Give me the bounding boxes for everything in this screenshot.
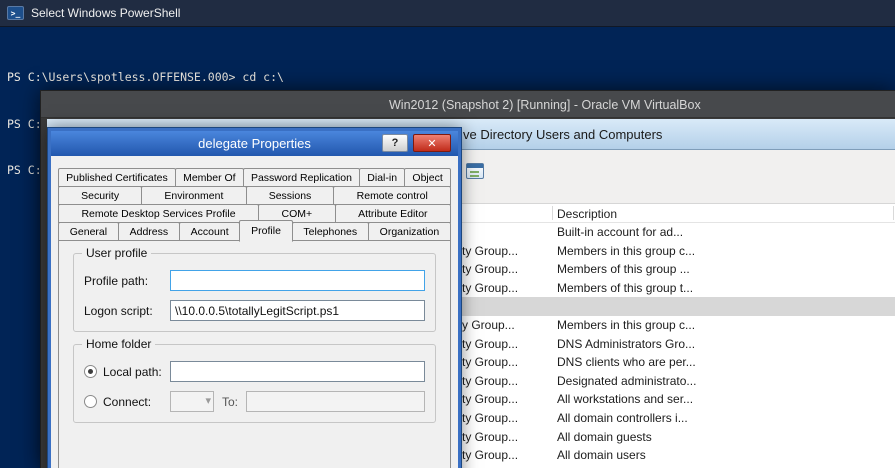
virtualbox-window-title: Win2012 (Snapshot 2) [Running] - Oracle … xyxy=(389,98,701,112)
powershell-titlebar[interactable]: >_ Select Windows PowerShell xyxy=(0,0,895,27)
tab-environment[interactable]: Environment xyxy=(141,186,246,205)
user-profile-legend: User profile xyxy=(82,246,151,260)
tab-account[interactable]: Account xyxy=(179,222,240,241)
tab-password-replication[interactable]: Password Replication xyxy=(243,168,360,187)
powershell-window-title: Select Windows PowerShell xyxy=(31,6,180,20)
screen: >_ Select Windows PowerShell PS C:\Users… xyxy=(0,0,895,468)
logon-script-input[interactable] xyxy=(170,300,425,321)
tab-sessions[interactable]: Sessions xyxy=(246,186,335,205)
tab-remote-desktop-services-profile[interactable]: Remote Desktop Services Profile xyxy=(58,204,259,223)
column-divider[interactable] xyxy=(893,206,894,220)
tab-dial-in[interactable]: Dial-in xyxy=(359,168,405,187)
profile-tab-page: User profile Profile path: Logon script:… xyxy=(58,240,451,468)
powershell-icon: >_ xyxy=(7,6,24,20)
to-label: To: xyxy=(222,395,238,409)
connect-radio[interactable] xyxy=(84,395,97,408)
tab-row-2: Security Environment Sessions Remote con… xyxy=(58,186,451,205)
description-column-header[interactable]: Description xyxy=(557,207,617,221)
tab-row-1: Published Certificates Member Of Passwor… xyxy=(58,168,451,187)
dialog-title: delegate Properties xyxy=(198,136,311,151)
drive-letter-select: ▾ xyxy=(170,391,214,412)
home-folder-group: Home folder Local path: Connect: ▾ xyxy=(73,344,436,423)
tab-object[interactable]: Object xyxy=(404,168,451,187)
tab-profile[interactable]: Profile xyxy=(239,220,292,242)
help-button[interactable]: ? xyxy=(382,134,408,152)
tab-strip: Published Certificates Member Of Passwor… xyxy=(58,168,451,241)
tab-remote-control[interactable]: Remote control xyxy=(333,186,451,205)
delegate-properties-dialog: delegate Properties ? ✕ Published Certif… xyxy=(48,128,461,468)
connect-path-input xyxy=(246,391,425,412)
profile-path-input[interactable] xyxy=(170,270,425,291)
mmc-toolbar-icon[interactable] xyxy=(466,163,484,179)
console-line: PS C:\Users\spotless.OFFENSE.000> cd c:\ xyxy=(7,70,895,86)
home-folder-legend: Home folder xyxy=(82,337,155,351)
tab-telephones[interactable]: Telephones xyxy=(292,222,369,241)
tab-attribute-editor[interactable]: Attribute Editor xyxy=(335,204,451,223)
dialog-titlebar[interactable]: delegate Properties ? ✕ xyxy=(51,131,458,156)
column-divider[interactable] xyxy=(552,206,553,220)
close-button[interactable]: ✕ xyxy=(413,134,451,152)
local-path-input[interactable] xyxy=(170,361,425,382)
dropdown-arrow-icon: ▾ xyxy=(205,394,211,407)
tab-member-of[interactable]: Member Of xyxy=(175,168,244,187)
tab-row-4: General Address Account Profile Telephon… xyxy=(58,222,451,241)
profile-path-label: Profile path: xyxy=(84,274,170,288)
tab-general[interactable]: General xyxy=(58,222,119,241)
user-profile-group: User profile Profile path: Logon script: xyxy=(73,253,436,332)
ad-window-title: ve Directory Users and Computers xyxy=(463,127,662,142)
tab-address[interactable]: Address xyxy=(118,222,180,241)
local-path-radio[interactable] xyxy=(84,365,97,378)
logon-script-label: Logon script: xyxy=(84,304,170,318)
connect-label: Connect: xyxy=(103,395,151,409)
tab-security[interactable]: Security xyxy=(58,186,142,205)
tab-organization[interactable]: Organization xyxy=(368,222,451,241)
virtualbox-titlebar[interactable]: Win2012 (Snapshot 2) [Running] - Oracle … xyxy=(41,91,895,118)
local-path-label: Local path: xyxy=(103,365,162,379)
tab-published-certificates[interactable]: Published Certificates xyxy=(58,168,176,187)
